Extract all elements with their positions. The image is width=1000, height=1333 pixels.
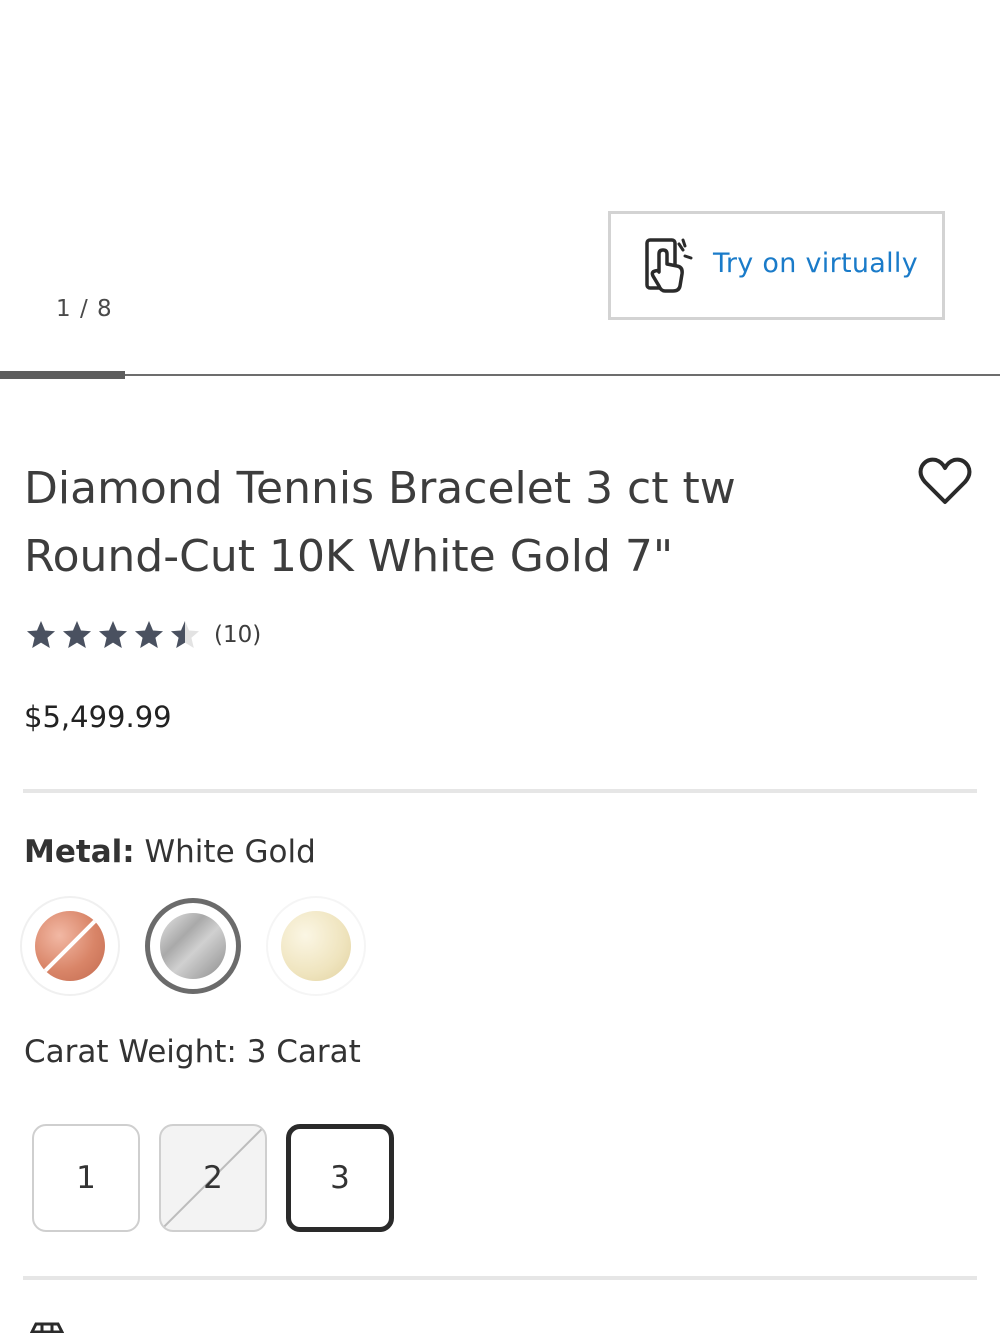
carat-option-label: 3 — [330, 1160, 350, 1196]
carat-option-label: 2 — [203, 1160, 223, 1196]
carat-option-label: Carat Weight: 3 Carat — [24, 1034, 361, 1070]
store-icon — [30, 1322, 64, 1333]
metal-swatch-yellow-gold[interactable] — [268, 898, 364, 994]
unavailable-slash — [38, 914, 102, 978]
rose-gold-swatch — [35, 911, 105, 981]
try-on-virtually-button[interactable]: Try on virtually — [608, 211, 945, 320]
rating-stars — [26, 620, 206, 650]
star-icon — [27, 621, 55, 648]
carat-option-2[interactable]: 2 — [159, 1124, 267, 1232]
star-rating[interactable]: (10) — [26, 620, 261, 650]
carat-option-3[interactable]: 3 — [286, 1124, 394, 1232]
carat-option-label: 1 — [76, 1160, 96, 1196]
metal-label: Metal: — [24, 834, 135, 870]
section-divider — [23, 1276, 977, 1280]
metal-selected-value: White Gold — [144, 834, 316, 870]
phone-touch-icon — [645, 238, 693, 293]
star-icon — [99, 621, 127, 648]
try-on-label: Try on virtually — [713, 248, 919, 279]
product-title: Diamond Tennis Bracelet 3 ct tw Round-Cu… — [24, 463, 736, 582]
product-price: $5,499.99 — [24, 700, 172, 734]
carat-selected-value: 3 Carat — [246, 1034, 361, 1070]
metal-swatch-rose-gold[interactable] — [22, 898, 118, 994]
product-image-gallery[interactable]: Try on virtually 1 / 8 — [0, 0, 1000, 380]
product-page: Try on virtually 1 / 8 Diamond Tennis Br… — [0, 0, 1000, 1333]
star-icon — [135, 621, 163, 648]
yellow-gold-swatch — [281, 911, 351, 981]
star-icon — [171, 621, 199, 648]
image-counter: 1 / 8 — [56, 296, 113, 322]
wishlist-heart-icon[interactable] — [917, 455, 973, 507]
section-divider — [23, 789, 977, 793]
metal-swatch-white-gold[interactable] — [145, 898, 241, 994]
metal-option-label: Metal: White Gold — [24, 834, 316, 870]
review-count[interactable]: (10) — [214, 622, 261, 648]
carat-option-1[interactable]: 1 — [32, 1124, 140, 1232]
white-gold-swatch — [160, 913, 226, 979]
gallery-progress-track — [0, 374, 1000, 376]
star-icon — [63, 621, 91, 648]
gallery-progress-indicator — [0, 371, 125, 379]
carat-label: Carat Weight: — [24, 1034, 237, 1070]
